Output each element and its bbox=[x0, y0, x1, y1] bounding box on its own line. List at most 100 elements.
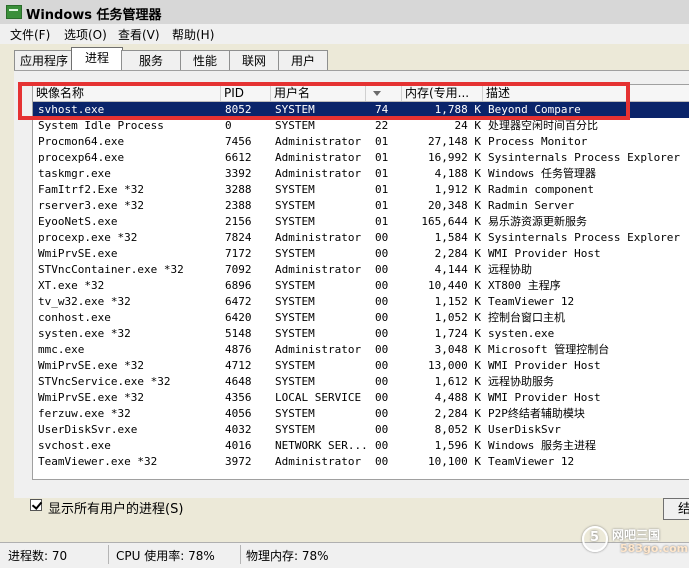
table-row[interactable]: procexp64.exe 6612 Administrator 01 16,992 K… bbox=[33, 150, 689, 166]
process-user: LOCAL SERVICE bbox=[275, 391, 362, 404]
column-memory[interactable]: 内存(专用... bbox=[402, 85, 483, 101]
table-row[interactable]: UserDiskSvr.exe 4032 SYSTEM 00 8,052 K UserDi… bbox=[33, 422, 689, 438]
end-process-button[interactable]: 结 bbox=[663, 498, 689, 520]
process-pid: 4032 bbox=[225, 423, 252, 436]
tab-performance[interactable]: 性能 bbox=[180, 50, 230, 71]
tab-processes[interactable]: 进程 bbox=[71, 47, 123, 72]
table-row[interactable]: rserver3.exe *32 2388 SYSTEM 01 20,348 K Radm… bbox=[33, 198, 689, 214]
table-row[interactable]: EyooNetS.exe 2156 SYSTEM 01 165,644 K 易乐游资源更新… bbox=[33, 214, 689, 230]
window-title: Windows 任务管理器 bbox=[26, 8, 162, 23]
column-image-name[interactable]: 映像名称 bbox=[33, 85, 221, 101]
process-cpu: 00 bbox=[375, 263, 389, 276]
tab-networking[interactable]: 联网 bbox=[229, 50, 279, 71]
process-cpu: 00 bbox=[375, 439, 389, 452]
process-cpu: 00 bbox=[375, 247, 389, 260]
process-user: SYSTEM bbox=[275, 279, 315, 292]
menu-view[interactable]: 查看(V) bbox=[118, 26, 160, 43]
process-cpu: 00 bbox=[375, 295, 389, 308]
table-row[interactable]: STVncService.exe *32 4648 SYSTEM 00 1,612 K 远… bbox=[33, 374, 689, 390]
table-row[interactable]: svchost.exe 4016 NETWORK SER... 00 1,596 K Wi… bbox=[33, 438, 689, 454]
column-description[interactable]: 描述 bbox=[483, 85, 689, 101]
menu-help[interactable]: 帮助(H) bbox=[172, 26, 214, 43]
process-cpu: 00 bbox=[375, 231, 389, 244]
process-description: Radmin component bbox=[488, 183, 594, 196]
process-cpu: 00 bbox=[375, 455, 389, 468]
table-row[interactable]: WmiPrvSE.exe *32 4356 LOCAL SERVICE 00 4,488… bbox=[33, 390, 689, 406]
process-name: procexp.exe *32 bbox=[38, 231, 138, 244]
menu-file[interactable]: 文件(F) bbox=[10, 26, 50, 43]
process-memory: 1,152 K bbox=[434, 295, 481, 308]
table-row[interactable]: TeamViewer.exe *32 3972 Administrator 00 10,… bbox=[33, 454, 689, 470]
table-row[interactable]: systen.exe *32 5148 SYSTEM 00 1,724 K systen.… bbox=[33, 326, 689, 342]
table-row[interactable]: conhost.exe 6420 SYSTEM 00 1,052 K 控制台窗口主机 bbox=[33, 310, 689, 326]
title-bar: Windows 任务管理器 bbox=[0, 0, 689, 25]
tab-strip: 应用程序 进程 服务 性能 联网 用户 bbox=[0, 44, 689, 72]
process-description: 远程协助 bbox=[488, 263, 532, 276]
process-cpu: 22 bbox=[375, 119, 389, 132]
process-memory: 13,000 K bbox=[428, 359, 481, 372]
process-memory: 4,188 K bbox=[434, 167, 481, 180]
table-row[interactable]: XT.exe *32 6896 SYSTEM 00 10,440 K XT800 主程序 bbox=[33, 278, 689, 294]
process-user: SYSTEM bbox=[275, 327, 315, 340]
table-row[interactable]: mmc.exe 4876 Administrator 00 3,048 K Microso… bbox=[33, 342, 689, 358]
process-description: 易乐游资源更新服务 bbox=[488, 215, 587, 228]
process-name: systen.exe *32 bbox=[38, 327, 131, 340]
table-row[interactable]: Procmon64.exe 7456 Administrator 01 27,148 K… bbox=[33, 134, 689, 150]
table-row[interactable]: WmiPrvSE.exe *32 4712 SYSTEM 00 13,000 K WMI … bbox=[33, 358, 689, 374]
table-row[interactable]: procexp.exe *32 7824 Administrator 00 1,584 … bbox=[33, 230, 689, 246]
process-pid: 4016 bbox=[225, 439, 252, 452]
process-cpu: 01 bbox=[375, 167, 389, 180]
column-pid[interactable]: PID bbox=[221, 85, 271, 101]
process-memory: 3,048 K bbox=[434, 343, 481, 356]
process-memory: 1,788 K bbox=[434, 103, 481, 116]
menu-options[interactable]: 选项(O) bbox=[64, 26, 107, 43]
tab-services[interactable]: 服务 bbox=[121, 50, 181, 71]
show-all-users-checkbox[interactable] bbox=[30, 499, 43, 511]
table-row[interactable]: svhost.exe 8052 SYSTEM 74 1,788 K Beyond Comp… bbox=[33, 102, 689, 118]
process-name: rserver3.exe *32 bbox=[38, 199, 144, 212]
list-header: 映像名称 PID 用户名 内存(专用... 描述 bbox=[33, 85, 689, 102]
table-row[interactable]: taskmgr.exe 3392 Administrator 01 4,188 K Win… bbox=[33, 166, 689, 182]
check-icon bbox=[31, 499, 43, 510]
process-user: Administrator bbox=[275, 151, 362, 164]
status-divider bbox=[240, 545, 241, 564]
process-cpu: 00 bbox=[375, 311, 389, 324]
process-memory: 1,584 K bbox=[434, 231, 481, 244]
process-memory: 1,052 K bbox=[434, 311, 481, 324]
column-cpu[interactable] bbox=[366, 85, 402, 101]
process-cpu: 01 bbox=[375, 135, 389, 148]
process-list[interactable]: 映像名称 PID 用户名 内存(专用... 描述 svhost.exe 8052 S… bbox=[32, 84, 689, 480]
process-name: TeamViewer.exe *32 bbox=[38, 455, 158, 468]
table-row[interactable]: ferzuw.exe *32 4056 SYSTEM 00 2,284 K P2P终结者辅… bbox=[33, 406, 689, 422]
tab-applications[interactable]: 应用程序 bbox=[14, 50, 74, 71]
table-row[interactable]: FamItrf2.Exe *32 3288 SYSTEM 01 1,912 K Radmi… bbox=[33, 182, 689, 198]
process-name: svhost.exe bbox=[38, 103, 105, 116]
process-memory: 1,596 K bbox=[434, 439, 481, 452]
process-user: SYSTEM bbox=[275, 119, 315, 132]
menu-bar: 文件(F) 选项(O) 查看(V) 帮助(H) bbox=[0, 24, 689, 44]
process-description: Microsoft 管理控制台 bbox=[488, 343, 610, 356]
process-description: WMI Provider Host bbox=[488, 359, 601, 372]
process-cpu: 00 bbox=[375, 391, 389, 404]
process-name: UserDiskSvr.exe bbox=[38, 423, 138, 436]
process-description: Sysinternals Process Explorer bbox=[488, 231, 681, 244]
table-row[interactable]: WmiPrvSE.exe 7172 SYSTEM 00 2,284 K WMI Provi… bbox=[33, 246, 689, 262]
watermark-logo-digit: 5 bbox=[590, 530, 600, 545]
process-pid: 3392 bbox=[225, 167, 252, 180]
process-description: Beyond Compare bbox=[488, 103, 581, 116]
process-memory: 4,144 K bbox=[434, 263, 481, 276]
table-row[interactable]: STVncContainer.exe *32 7092 Administrator 0… bbox=[33, 262, 689, 278]
process-pid: 4056 bbox=[225, 407, 252, 420]
site-watermark: 5 网吧三国 583go.com bbox=[582, 522, 688, 558]
column-user-name[interactable]: 用户名 bbox=[271, 85, 366, 101]
table-row[interactable]: System Idle Process 0 SYSTEM 22 24 K 处理器空闲时间百… bbox=[33, 118, 689, 134]
process-memory: 1,912 K bbox=[434, 183, 481, 196]
tab-users[interactable]: 用户 bbox=[278, 50, 328, 71]
process-memory: 165,644 K bbox=[421, 215, 481, 228]
process-pid: 3972 bbox=[225, 455, 252, 468]
process-pid: 7824 bbox=[225, 231, 252, 244]
table-row[interactable]: tv_w32.exe *32 6472 SYSTEM 00 1,152 K TeamVie… bbox=[33, 294, 689, 310]
process-cpu: 01 bbox=[375, 183, 389, 196]
process-memory: 16,992 K bbox=[428, 151, 481, 164]
watermark-site-name: 网吧三国 bbox=[612, 528, 661, 542]
